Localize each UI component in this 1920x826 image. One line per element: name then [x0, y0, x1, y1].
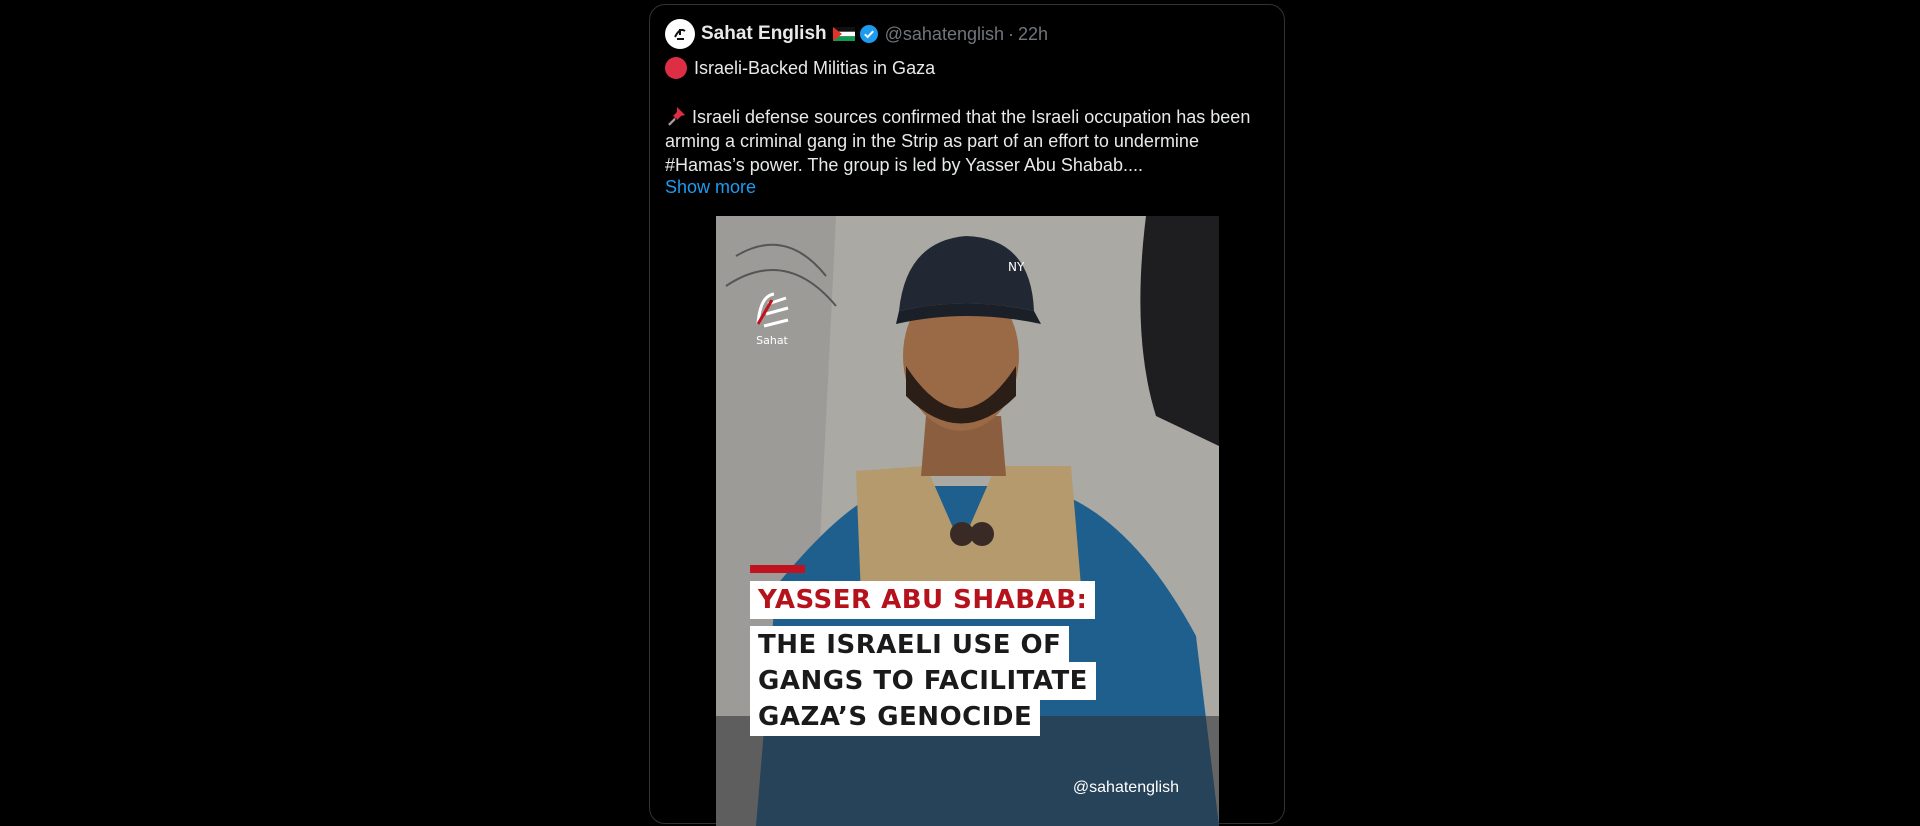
- tweet-card[interactable]: Sahat English @sahatenglish · 22h Israel…: [649, 4, 1285, 826]
- sahat-logo-icon: [674, 28, 686, 40]
- pushpin-icon: [668, 107, 685, 126]
- tweet-body: Israeli defense sources confirmed that t…: [665, 105, 1270, 177]
- separator-dot: ·: [1008, 23, 1014, 44]
- caption-line-2: GANGS TO FACILITATE: [750, 662, 1096, 700]
- caption-title: YASSER ABU SHABAB:: [750, 581, 1096, 619]
- media-watermark: @sahatenglish: [1072, 779, 1179, 796]
- tweet-headline: Israeli-Backed Militias in Gaza: [665, 57, 935, 79]
- tweet-media-image[interactable]: NY Sahat YASSER ABU SHABAB: THE ISRAELI …: [716, 216, 1219, 826]
- caption-red-bar: [750, 565, 805, 573]
- caption-line-1: THE ISRAELI USE OF: [750, 626, 1070, 664]
- verified-badge-icon: [859, 25, 878, 43]
- red-circle-icon: [665, 57, 687, 79]
- avatar[interactable]: [665, 19, 695, 49]
- headline-text: Israeli-Backed Militias in Gaza: [694, 57, 936, 78]
- tweet-body-text: Israeli defense sources confirmed that t…: [665, 107, 1251, 175]
- author-handle[interactable]: @sahatenglish: [885, 24, 1004, 45]
- show-more-link[interactable]: Show more: [665, 177, 756, 198]
- palestine-flag-icon: [832, 27, 855, 41]
- logo-text: Sahat: [756, 334, 788, 347]
- caption-line-3: GAZA’S GENOCIDE: [750, 698, 1041, 736]
- author-name[interactable]: Sahat English: [701, 23, 827, 45]
- tweet-timestamp[interactable]: 22h: [1018, 24, 1048, 45]
- tweet-header: Sahat English @sahatenglish · 22h: [665, 19, 1048, 49]
- svg-text:NY: NY: [1008, 260, 1025, 274]
